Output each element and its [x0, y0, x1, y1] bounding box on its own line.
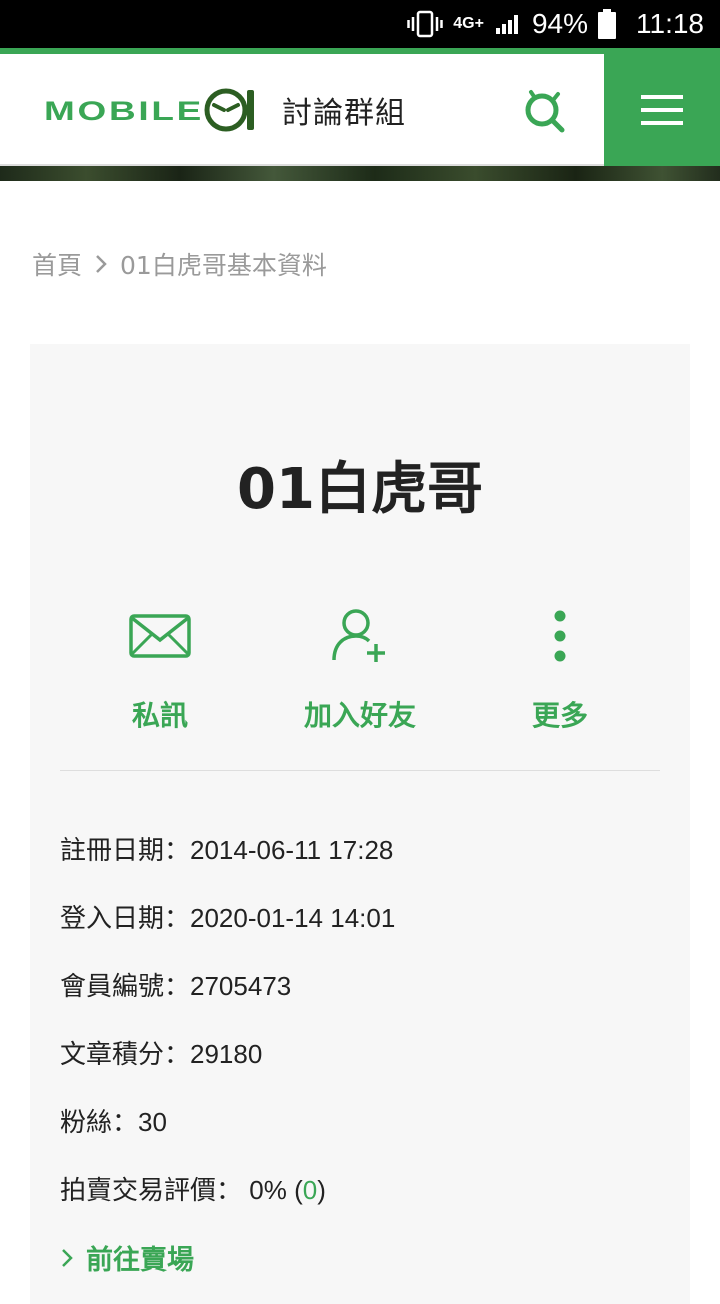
- add-friend-label: 加入好友: [303, 699, 416, 732]
- fans-value: 30: [138, 1107, 167, 1137]
- more-vertical-icon: [554, 610, 566, 662]
- private-message-button[interactable]: 私訊: [60, 606, 260, 736]
- goto-market-link[interactable]: 前往賣場: [60, 1238, 194, 1277]
- breadcrumb: 首頁 01白虎哥基本資料: [32, 246, 327, 282]
- more-button[interactable]: 更多: [460, 606, 660, 736]
- goto-market-label: 前往賣場: [86, 1245, 194, 1276]
- network-type: 4G+: [453, 15, 484, 32]
- battery-percent: 94%: [531, 8, 588, 39]
- search-icon: [525, 90, 565, 133]
- auction-rating-open: (: [294, 1175, 303, 1205]
- chevron-right-icon: [94, 253, 108, 275]
- site-header: MOBILE 討論群組: [0, 54, 720, 166]
- fans-row: 粉絲：30: [60, 1102, 660, 1170]
- login-date-row: 登入日期：2020-01-14 14:01: [60, 898, 660, 966]
- profile-info: 註冊日期：2014-06-11 17:28 登入日期：2020-01-14 14…: [60, 830, 660, 1238]
- mobile01-logo[interactable]: MOBILE: [44, 86, 256, 134]
- auction-rating-count[interactable]: 0: [303, 1175, 317, 1205]
- add-friend-button[interactable]: 加入好友: [260, 606, 460, 736]
- vibrate-icon: [407, 10, 444, 38]
- breadcrumb-current: 01白虎哥基本資料: [120, 251, 327, 280]
- chevron-right-icon: [62, 1248, 73, 1267]
- register-date-row: 註冊日期：2014-06-11 17:28: [60, 830, 660, 898]
- status-bar: 4G+ 94% 11:18: [0, 0, 720, 48]
- more-label: 更多: [531, 699, 588, 732]
- fans-label: 粉絲：: [60, 1108, 139, 1138]
- menu-button[interactable]: [604, 54, 720, 166]
- svg-text:MOBILE: MOBILE: [44, 96, 204, 126]
- login-date-value: 2020-01-14 14:01: [190, 903, 396, 933]
- section-title[interactable]: 討論群組: [282, 88, 406, 132]
- auction-rating-percent: 0%: [249, 1175, 287, 1205]
- clock: 11:18: [636, 8, 704, 39]
- private-message-label: 私訊: [131, 699, 188, 732]
- mail-icon: [129, 614, 191, 658]
- auction-rating-label: 拍賣交易評價：: [60, 1176, 243, 1206]
- member-id-value: 2705473: [190, 971, 292, 1001]
- header-banner-image: [0, 166, 720, 181]
- divider: [60, 770, 660, 771]
- member-id-row: 會員編號：2705473: [60, 966, 660, 1034]
- add-friend-icon: [332, 609, 385, 662]
- member-id-label: 會員編號：: [60, 972, 191, 1002]
- article-points-row: 文章積分：29180: [60, 1034, 660, 1102]
- profile-username: 01白虎哥: [237, 457, 483, 522]
- article-points-label: 文章積分：: [60, 1040, 191, 1070]
- hamburger-icon: [641, 95, 683, 125]
- breadcrumb-home[interactable]: 首頁: [32, 246, 82, 282]
- auction-rating-row: 拍賣交易評價： 0% (0): [60, 1170, 660, 1238]
- register-date-label: 註冊日期：: [60, 836, 191, 866]
- search-button[interactable]: [520, 88, 568, 136]
- article-points-value: 29180: [190, 1039, 263, 1069]
- signal-icon: [494, 12, 522, 36]
- battery-icon: [598, 9, 616, 39]
- auction-rating-close: ): [317, 1175, 326, 1205]
- profile-actions: 私訊 加入好友 更多: [60, 606, 660, 736]
- profile-card: 01白虎哥 私訊 加入好友 更多 註冊日期：2014-06-11 17:28 登…: [30, 344, 690, 1304]
- login-date-label: 登入日期：: [60, 904, 191, 934]
- register-date-value: 2014-06-11 17:28: [190, 835, 394, 865]
